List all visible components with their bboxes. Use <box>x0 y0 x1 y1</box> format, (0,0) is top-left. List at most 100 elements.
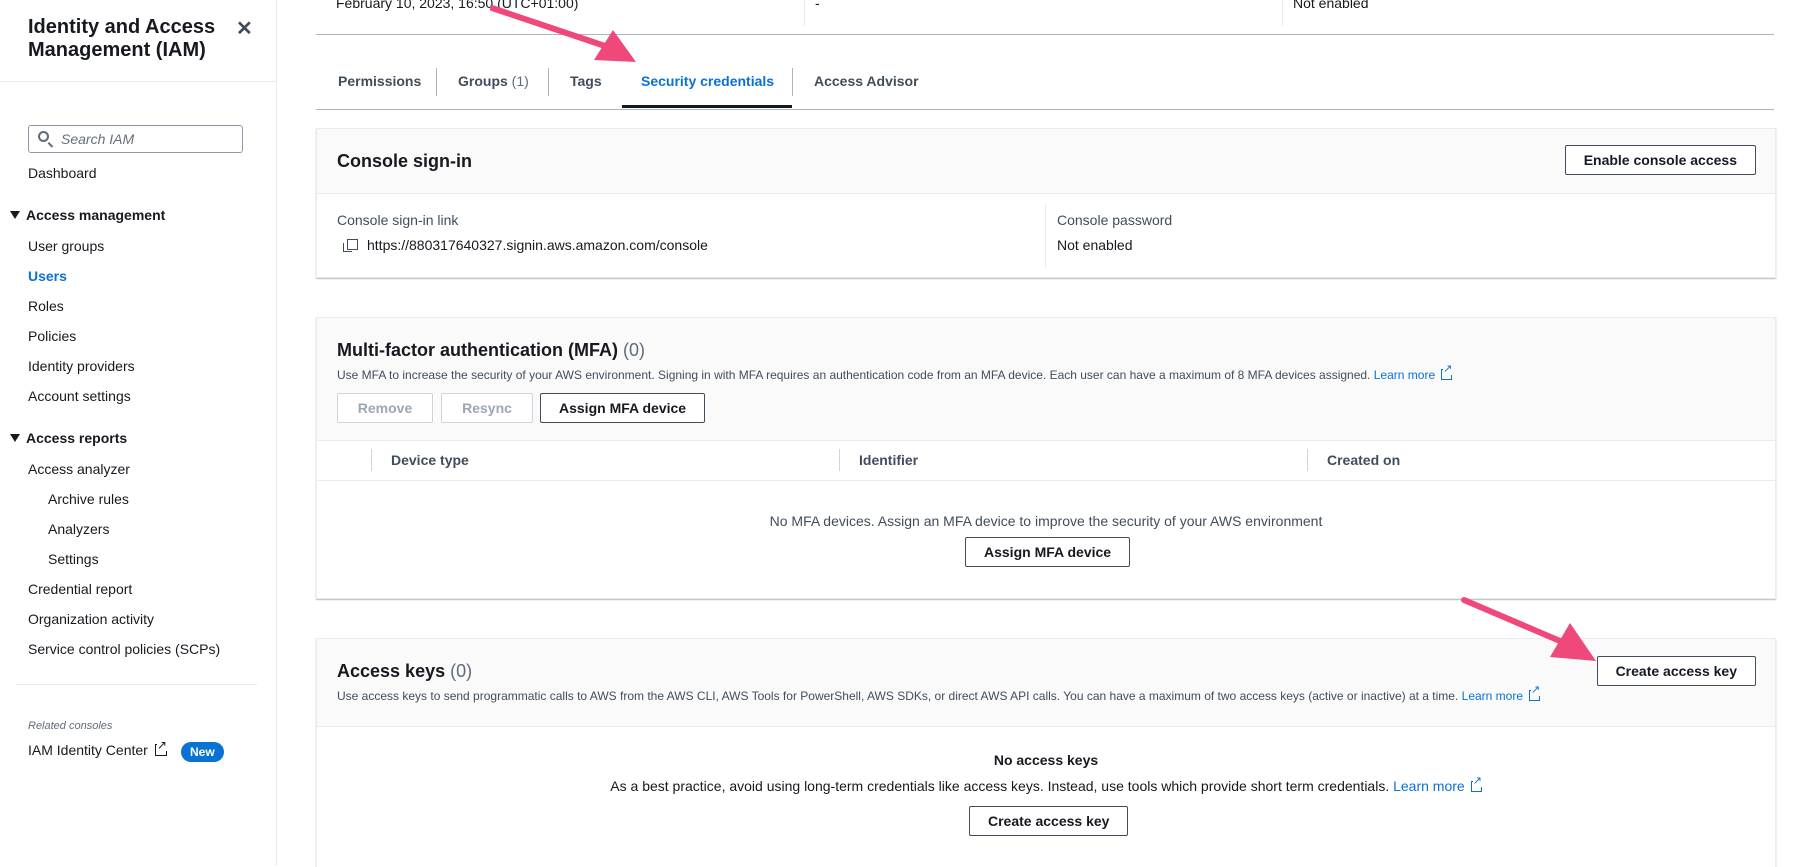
caret-down-icon <box>10 211 20 219</box>
sidebar-search[interactable] <box>28 125 243 153</box>
tab-count: (1) <box>511 73 529 89</box>
identity-center-label: IAM Identity Center <box>28 742 148 758</box>
column-divider <box>1307 449 1308 471</box>
section-heading: Access reports <box>26 430 128 446</box>
column-divider <box>1282 0 1283 26</box>
mfa-empty-text: No MFA devices. Assign an MFA device to … <box>769 513 1323 529</box>
access-keys-panel: Access keys (0) Use access keys to send … <box>316 638 1776 867</box>
related-consoles-label: Related consoles <box>28 720 113 732</box>
tab-groups[interactable]: Groups (1) <box>458 66 529 108</box>
access-keys-count: (0) <box>450 661 473 681</box>
external-link-icon <box>1441 364 1453 380</box>
mfa-description-text: Use MFA to increase the security of your… <box>337 368 1371 382</box>
sidebar-item-user-groups[interactable]: User groups <box>28 238 104 254</box>
access-keys-description-text: Use access keys to send programmatic cal… <box>337 689 1459 703</box>
mfa-panel: Multi-factor authentication (MFA) (0) Us… <box>316 317 1776 599</box>
column-divider <box>839 449 840 471</box>
panel-header: Console sign-in Enable console access <box>317 129 1775 194</box>
no-access-keys-message: As a best practice, avoid using long-ter… <box>610 778 1390 794</box>
access-keys-description: Use access keys to send programmatic cal… <box>337 685 1541 703</box>
console-password-label: Console password <box>1057 212 1173 228</box>
create-access-key-empty-button[interactable]: Create access key <box>969 806 1129 836</box>
tab-divider <box>792 68 793 96</box>
summary-middle-value: - <box>815 0 820 11</box>
column-created-on[interactable]: Created on <box>1327 452 1400 468</box>
tab-label: Permissions <box>338 73 422 89</box>
summary-right-value: Not enabled <box>1293 0 1369 11</box>
tab-label: Security credentials <box>641 73 775 89</box>
sidebar-divider <box>0 81 276 82</box>
remove-button[interactable]: Remove <box>337 393 433 423</box>
external-link-icon <box>1470 776 1482 792</box>
tab-divider <box>548 68 549 96</box>
panel-header: Access keys (0) Use access keys to send … <box>317 639 1775 727</box>
column-divider <box>371 449 372 471</box>
column-divider <box>1045 205 1046 267</box>
console-password-value: Not enabled <box>1057 237 1133 253</box>
section-heading: Access management <box>26 207 166 223</box>
tab-label: Tags <box>570 73 602 89</box>
assign-mfa-empty-button[interactable]: Assign MFA device <box>965 537 1131 567</box>
signin-link-label: Console sign-in link <box>337 212 459 228</box>
external-link-icon <box>154 739 167 756</box>
sidebar-item-scps[interactable]: Service control policies (SCPs) <box>28 641 220 657</box>
sidebar-item-dashboard[interactable]: Dashboard <box>28 165 97 181</box>
console-signin-panel: Console sign-in Enable console access Co… <box>316 128 1776 278</box>
tab-label: Access Advisor <box>814 73 919 89</box>
tab-bar: Permissions Groups (1) Tags Security cre… <box>316 66 1774 110</box>
enable-console-access-button[interactable]: Enable console access <box>1564 145 1756 175</box>
tab-label: Groups <box>458 73 508 89</box>
mfa-description: Use MFA to increase the security of your… <box>337 364 1453 382</box>
mfa-table-header <box>317 440 1775 481</box>
tab-access-advisor[interactable]: Access Advisor <box>814 66 919 108</box>
close-icon[interactable]: ✕ <box>236 16 253 41</box>
sidebar-item-identity-providers[interactable]: Identity providers <box>28 358 135 374</box>
access-keys-title-text: Access keys <box>337 661 446 681</box>
sidebar-item-policies[interactable]: Policies <box>28 328 76 344</box>
console-signin-title: Console sign-in <box>337 151 472 171</box>
column-device-type[interactable]: Device type <box>391 452 469 468</box>
no-access-keys-learn-more-link[interactable]: Learn more <box>1393 778 1465 794</box>
created-value: February 10, 2023, 16:50 (UTC+01:00) <box>336 0 579 11</box>
sidebar: Identity and Access Management (IAM) ✕ D… <box>0 0 277 866</box>
resync-button[interactable]: Resync <box>441 393 533 423</box>
sidebar-divider <box>16 684 257 685</box>
sidebar-item-analyzers[interactable]: Analyzers <box>48 521 109 537</box>
external-link-icon <box>1529 685 1541 701</box>
search-input[interactable] <box>61 130 231 148</box>
mfa-title-text: Multi-factor authentication (MFA) <box>337 340 618 360</box>
sidebar-item-roles[interactable]: Roles <box>28 298 64 314</box>
mfa-title: Multi-factor authentication (MFA) (0) <box>337 340 645 361</box>
sidebar-item-settings[interactable]: Settings <box>48 551 99 567</box>
tab-permissions[interactable]: Permissions <box>338 66 421 108</box>
caret-down-icon <box>10 434 20 442</box>
access-keys-learn-more-link[interactable]: Learn more <box>1462 689 1523 703</box>
sidebar-item-identity-center[interactable]: IAM Identity Center <box>28 739 167 758</box>
sidebar-item-access-analyzer[interactable]: Access analyzer <box>28 461 130 477</box>
sidebar-item-organization-activity[interactable]: Organization activity <box>28 611 154 627</box>
sidebar-item-account-settings[interactable]: Account settings <box>28 388 131 404</box>
sidebar-item-users[interactable]: Users <box>28 268 67 284</box>
arrow-shaft <box>1461 597 1563 644</box>
no-access-keys-text: As a best practice, avoid using long-ter… <box>317 776 1775 794</box>
tab-tags[interactable]: Tags <box>570 66 602 108</box>
search-icon <box>38 131 49 142</box>
mfa-learn-more-link[interactable]: Learn more <box>1374 368 1435 382</box>
no-access-keys-title: No access keys <box>993 752 1099 768</box>
tab-security-credentials[interactable]: Security credentials <box>622 66 792 108</box>
panel-header: Multi-factor authentication (MFA) (0) Us… <box>317 318 1775 441</box>
assign-mfa-button[interactable]: Assign MFA device <box>540 393 706 423</box>
new-badge: New <box>181 742 224 762</box>
create-access-key-button[interactable]: Create access key <box>1596 656 1756 686</box>
sidebar-item-credential-report[interactable]: Credential report <box>28 581 132 597</box>
access-keys-title: Access keys (0) <box>337 661 472 682</box>
sidebar-item-archive-rules[interactable]: Archive rules <box>48 491 129 507</box>
tab-divider <box>436 68 437 96</box>
sidebar-section-access-management[interactable]: Access management <box>10 207 165 223</box>
sidebar-title: Identity and Access Management (IAM) <box>28 16 216 61</box>
copy-icon[interactable] <box>343 239 358 252</box>
user-summary-row: February 10, 2023, 16:50 (UTC+01:00) - N… <box>316 0 1774 35</box>
column-identifier[interactable]: Identifier <box>859 452 918 468</box>
sidebar-section-access-reports[interactable]: Access reports <box>10 430 127 446</box>
signin-link-value: https://880317640327.signin.aws.amazon.c… <box>367 237 708 253</box>
